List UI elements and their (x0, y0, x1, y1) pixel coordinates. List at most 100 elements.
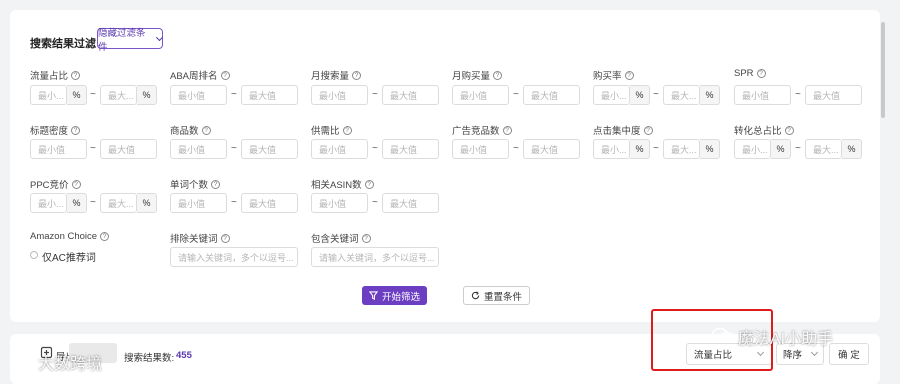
result-count-label: 搜索结果数: (124, 353, 175, 364)
title-density-max[interactable]: 最大值 (100, 139, 157, 159)
aba-rank-max[interactable]: 最大值 (241, 85, 298, 105)
range-separator: ~ (795, 89, 801, 100)
title-density-min[interactable]: 最小值 (30, 139, 87, 159)
spr-max[interactable]: 最大值 (805, 85, 862, 105)
help-icon: ? (756, 69, 766, 78)
confirm-button[interactable]: 确 定 (829, 343, 869, 365)
ac-only-label[interactable]: 仅AC推荐词 (42, 249, 96, 264)
result-count: 455 (176, 350, 192, 361)
percent-unit: % (700, 85, 720, 105)
percent-unit: % (630, 85, 650, 105)
range-separator: ~ (90, 143, 96, 154)
spr-min[interactable]: 最小值 (734, 85, 791, 105)
help-icon: ? (784, 125, 794, 135)
click-concentration-min[interactable]: 最小... (593, 139, 630, 159)
purchase-rate-min[interactable]: 最小... (593, 85, 630, 105)
range-separator: ~ (513, 143, 519, 154)
hide-filters-button[interactable]: 隐藏过滤条件 (97, 28, 164, 53)
sort-order-value: 降序 (783, 350, 803, 361)
range-separator: ~ (653, 143, 659, 154)
ad-products-min[interactable]: 最小值 (452, 139, 509, 159)
supply-demand-label: 供需比? (311, 123, 352, 137)
click-concentration-max[interactable]: 最大... (663, 139, 700, 159)
watermark-left: 大数跨境 (38, 356, 103, 373)
product-count-min[interactable]: 最小值 (170, 139, 227, 159)
brand-logo-icon (9, 352, 31, 366)
word-count-max[interactable]: 最大值 (241, 193, 298, 213)
help-icon: ? (361, 233, 371, 243)
title-density-label: 标题密度? (30, 123, 81, 137)
percent-unit: % (67, 85, 87, 105)
range-separator: ~ (231, 197, 237, 208)
ppc-bid-min[interactable]: 最小... (30, 193, 67, 213)
watermark-right: 魔法AI小助手 (738, 331, 834, 348)
conversion-share-label: 转化总占比? (734, 123, 794, 137)
related-asin-min[interactable]: 最小值 (311, 193, 368, 213)
related-asin-label: 相关ASIN数? (311, 177, 374, 191)
ac-only-radio[interactable] (30, 251, 38, 259)
help-icon: ? (220, 70, 230, 80)
help-icon: ? (71, 70, 81, 80)
percent-unit: % (630, 139, 650, 159)
percent-unit: % (842, 139, 862, 159)
help-icon: ? (71, 179, 81, 189)
filter-title: 搜索结果过滤 (30, 38, 96, 50)
range-separator: ~ (653, 89, 659, 100)
help-icon: ? (502, 125, 512, 135)
purchase-rate-max[interactable]: 最大... (663, 85, 700, 105)
reset-button[interactable]: 重置条件 (463, 286, 530, 305)
word-count-min[interactable]: 最小值 (170, 193, 227, 213)
help-icon: ? (220, 233, 230, 243)
monthly-purchase-label: 月购买量? (452, 68, 503, 82)
help-icon: ? (352, 70, 362, 80)
range-separator: ~ (372, 89, 378, 100)
chevron-down-icon (810, 348, 819, 357)
help-icon: ? (493, 70, 503, 80)
ppc-bid-max[interactable]: 最大... (100, 193, 137, 213)
percent-unit: % (137, 85, 157, 105)
percent-unit: % (67, 193, 87, 213)
help-icon: ? (71, 125, 81, 135)
help-icon: ? (364, 179, 374, 189)
chevron-down-icon (156, 33, 164, 41)
range-separator: ~ (372, 143, 378, 154)
monthly-purchase-min[interactable]: 最小值 (452, 85, 509, 105)
hide-filters-label: 隐藏过滤条件 (98, 27, 146, 53)
exclude-keywords-label: 排除关键词? (170, 231, 230, 245)
click-concentration-label: 点击集中度? (593, 123, 653, 137)
traffic-share-label: 流量占比? (30, 68, 81, 82)
word-count-label: 单词个数? (170, 177, 221, 191)
start-filter-label: 开始筛选 (381, 291, 420, 303)
reset-label: 重置条件 (483, 291, 522, 303)
refresh-icon (471, 291, 480, 300)
ad-products-label: 广告竞品数? (452, 123, 512, 137)
conversion-share-max[interactable]: 最大... (805, 139, 842, 159)
purchase-rate-label: 购买率? (593, 68, 634, 82)
range-separator: ~ (90, 89, 96, 100)
start-filter-button[interactable]: 开始筛选 (362, 286, 427, 305)
supply-demand-min[interactable]: 最小值 (311, 139, 368, 159)
traffic-share-min[interactable]: 最小... (30, 85, 67, 105)
help-icon: ? (201, 125, 211, 135)
aba-rank-min[interactable]: 最小值 (170, 85, 227, 105)
monthly-purchase-max[interactable]: 最大值 (523, 85, 580, 105)
supply-demand-max[interactable]: 最大值 (382, 139, 439, 159)
range-separator: ~ (513, 89, 519, 100)
exclude-keywords-input[interactable]: 请输入关键词，多个以逗号... (170, 247, 298, 267)
product-count-max[interactable]: 最大值 (241, 139, 298, 159)
monthly-search-min[interactable]: 最小值 (311, 85, 368, 105)
range-separator: ~ (90, 197, 96, 208)
spr-label: SPR? (734, 68, 766, 79)
traffic-share-max[interactable]: 最大... (100, 85, 137, 105)
aba-rank-label: ABA周排名? (170, 68, 230, 82)
help-icon: ? (643, 125, 653, 135)
monthly-search-max[interactable]: 最大值 (382, 85, 439, 105)
related-asin-max[interactable]: 最大值 (382, 193, 439, 213)
scrollbar[interactable] (881, 22, 885, 118)
conversion-share-min[interactable]: 最小... (734, 139, 771, 159)
include-keywords-input[interactable]: 请输入关键词，多个以逗号... (311, 247, 439, 267)
range-separator: ~ (795, 143, 801, 154)
ppc-bid-label: PPC竞价? (30, 177, 81, 191)
filter-icon (368, 291, 378, 300)
ad-products-max[interactable]: 最大值 (523, 139, 580, 159)
